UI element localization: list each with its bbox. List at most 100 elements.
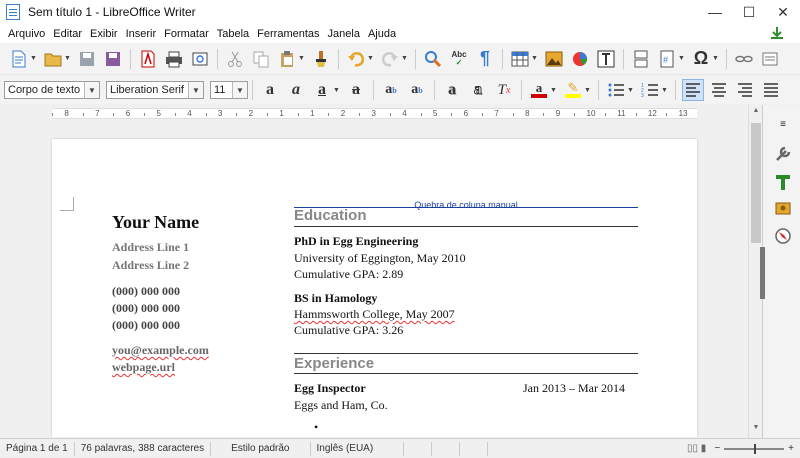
address-line-1[interactable]: Address Line 1 [112,240,189,255]
cut-icon[interactable] [224,48,246,70]
scrollbar-thumb[interactable] [751,123,761,243]
redo-icon[interactable] [379,48,401,70]
spelling-icon[interactable]: Abc ✓ [448,48,470,70]
find-replace-icon[interactable] [422,48,444,70]
zoom-in-button[interactable]: + [788,443,794,454]
education-heading[interactable]: Education [294,207,367,224]
paste-dropdown-icon[interactable]: ▼ [298,55,306,62]
insert-page-break-icon[interactable] [630,48,652,70]
education-degree-2[interactable]: BS in Hamology [294,291,377,306]
special-char-dropdown-icon[interactable]: ▼ [712,55,720,62]
experience-job-title[interactable]: Egg Inspector [294,381,366,396]
bold-icon[interactable]: a [259,79,281,101]
maximize-button[interactable]: ☐ [732,0,766,24]
save-icon[interactable] [76,48,98,70]
print-icon[interactable] [163,48,185,70]
highlight-dropdown-icon[interactable]: ▼ [584,87,592,94]
phone-line-3[interactable]: (000) 000 000 [112,318,180,333]
minimize-button[interactable]: — [698,0,732,24]
close-button[interactable]: ✕ [766,0,800,24]
special-character-icon[interactable]: Ω [690,48,712,70]
menu-editar[interactable]: Editar [49,28,86,40]
insert-table-icon[interactable] [509,48,531,70]
gallery-icon[interactable] [772,197,794,219]
redo-dropdown-icon[interactable]: ▼ [401,55,409,62]
align-center-icon[interactable] [708,79,730,101]
menu-ajuda[interactable]: Ajuda [364,28,400,40]
webpage-url[interactable]: webpage.url [112,360,175,375]
sidebar-menu-icon[interactable]: ≡ [772,113,794,135]
numbered-list-icon[interactable]: 123 [639,79,661,101]
experience-company[interactable]: Eggs and Ham, Co. [294,398,388,413]
zoom-control[interactable]: ▯▯ ▮ − + [687,443,794,454]
field-dropdown-icon[interactable]: ▼ [678,55,686,62]
undo-dropdown-icon[interactable]: ▼ [367,55,375,62]
font-color-dropdown-icon[interactable]: ▼ [550,87,558,94]
new-dropdown-icon[interactable]: ▼ [30,55,38,62]
email-address[interactable]: you@example.com [112,343,209,358]
document-modified-icon[interactable] [460,441,489,456]
education-gpa-2[interactable]: Cumulative GPA: 3.26 [294,323,403,338]
experience-dates[interactable]: Jan 2013 – Mar 2014 [523,381,625,396]
font-color-icon[interactable]: a [528,79,550,101]
menu-tabela[interactable]: Tabela [213,28,253,40]
insert-textbox-icon[interactable] [595,48,617,70]
zoom-out-button[interactable]: − [714,443,720,454]
view-layout-icon[interactable]: ▯▯ ▮ [687,443,706,454]
menu-exibir[interactable]: Exibir [86,28,122,40]
experience-heading[interactable]: Experience [294,355,374,372]
undo-icon[interactable] [345,48,367,70]
underline-dropdown-icon[interactable]: ▼ [333,87,341,94]
copy-icon[interactable] [250,48,272,70]
zoom-slider[interactable] [724,443,785,454]
insert-chart-icon[interactable] [569,48,591,70]
scroll-up-icon[interactable]: ▲ [749,107,763,119]
export-pdf-icon[interactable] [137,48,159,70]
open-folder-icon[interactable] [42,48,64,70]
font-name-dropdown-icon[interactable]: ▼ [188,82,203,98]
menu-janela[interactable]: Janela [324,28,364,40]
save-as-icon[interactable] [102,48,124,70]
extension-update-icon[interactable] [770,26,784,40]
horizontal-ruler[interactable]: 8 7 6 5 4 3 2 1 1 2 3 4 5 6 7 8 9 10 11 12 13 [52,108,697,119]
underline-icon[interactable]: a [311,79,333,101]
word-count-status[interactable]: 76 palavras, 388 caracteres [75,441,212,456]
education-school-2[interactable]: Hammsworth College, May 2007 [294,307,455,322]
bullet-list-icon[interactable] [605,79,627,101]
insert-hyperlink-icon[interactable] [733,48,755,70]
clear-formatting-icon[interactable]: Tx [493,79,515,101]
align-right-icon[interactable] [734,79,756,101]
properties-icon[interactable] [772,143,794,165]
formatting-marks-icon[interactable]: ¶ [474,48,496,70]
menu-arquivo[interactable]: Arquivo [4,28,49,40]
menu-inserir[interactable]: Inserir [122,28,161,40]
selection-mode-icon[interactable] [432,441,461,456]
print-preview-icon[interactable] [189,48,211,70]
styles-icon[interactable] [772,171,794,193]
menu-ferramentas[interactable]: Ferramentas [253,28,323,40]
numbered-dropdown-icon[interactable]: ▼ [661,87,669,94]
menu-formatar[interactable]: Formatar [160,28,213,40]
paragraph-style-combo[interactable]: Corpo de texto ▼ [4,81,100,99]
navigator-icon[interactable] [772,225,794,247]
phone-line-2[interactable]: (000) 000 000 [112,301,180,316]
phone-line-1[interactable]: (000) 000 000 [112,284,180,299]
resume-name[interactable]: Your Name [112,212,199,233]
sidebar-collapse-handle[interactable] [760,247,765,299]
clone-formatting-icon[interactable] [310,48,332,70]
insert-image-icon[interactable] [543,48,565,70]
bullet-dropdown-icon[interactable]: ▼ [627,87,635,94]
italic-icon[interactable]: a [285,79,307,101]
open-dropdown-icon[interactable]: ▼ [64,55,72,62]
justify-icon[interactable] [760,79,782,101]
education-school-1[interactable]: University of Eggington, May 2010 [294,251,466,266]
new-document-icon[interactable] [8,48,30,70]
insert-mode-icon[interactable] [404,441,433,456]
insert-footnote-icon[interactable] [759,48,781,70]
strikethrough-icon[interactable]: a [345,79,367,101]
paste-icon[interactable] [276,48,298,70]
address-line-2[interactable]: Address Line 2 [112,258,189,273]
insert-field-icon[interactable]: # [656,48,678,70]
outline-icon[interactable]: a [467,79,489,101]
scroll-down-icon[interactable]: ▼ [749,424,763,436]
